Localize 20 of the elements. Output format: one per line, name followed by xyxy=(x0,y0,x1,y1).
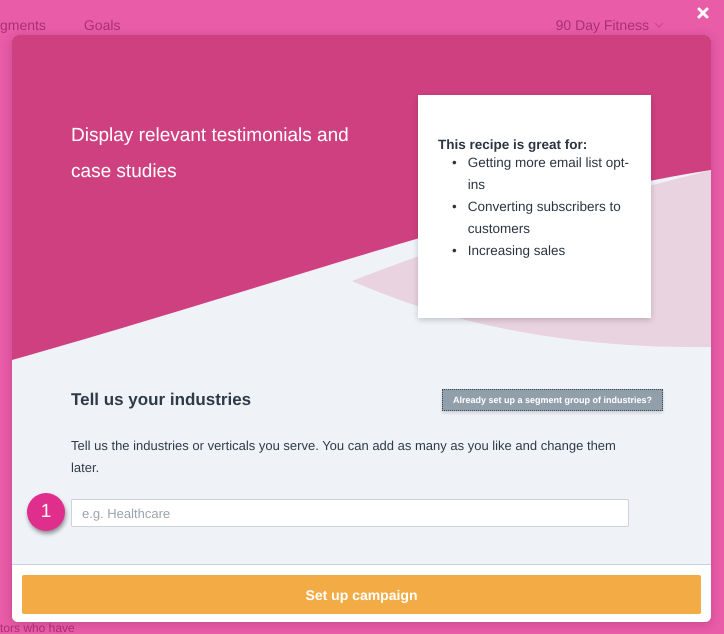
project-dropdown[interactable]: 90 Day Fitness xyxy=(556,17,664,33)
set-up-campaign-button[interactable]: Set up campaign xyxy=(22,575,701,614)
background-text: tors who have xyxy=(0,622,75,634)
segment-group-button[interactable]: Already set up a segment group of industries? xyxy=(442,389,663,411)
description-text: Tell us the industries or verticals you serve. You can add as many as you like and change them later. xyxy=(71,437,617,477)
recipe-benefit: Increasing sales xyxy=(468,242,566,260)
chevron-down-icon xyxy=(654,22,664,28)
step-badge: 1 xyxy=(27,493,65,531)
recipe-benefit: Getting more email list opt-ins xyxy=(468,154,630,194)
nav-item[interactable]: gments xyxy=(0,17,46,33)
modal-title: Display relevant testimonials and case studies xyxy=(71,124,350,184)
close-button[interactable] xyxy=(696,6,710,20)
bullet: • xyxy=(452,242,457,260)
card-heading: This recipe is great for: xyxy=(438,137,588,152)
industry-input-field[interactable]: e.g. Healthcare xyxy=(71,499,629,527)
bullet: • xyxy=(452,198,457,216)
section-title: Tell us your industries xyxy=(71,390,252,410)
bullet: • xyxy=(452,154,457,172)
nav-item[interactable]: Goals xyxy=(84,17,120,33)
recipe-benefit: Converting subscribers to customers xyxy=(468,198,622,238)
